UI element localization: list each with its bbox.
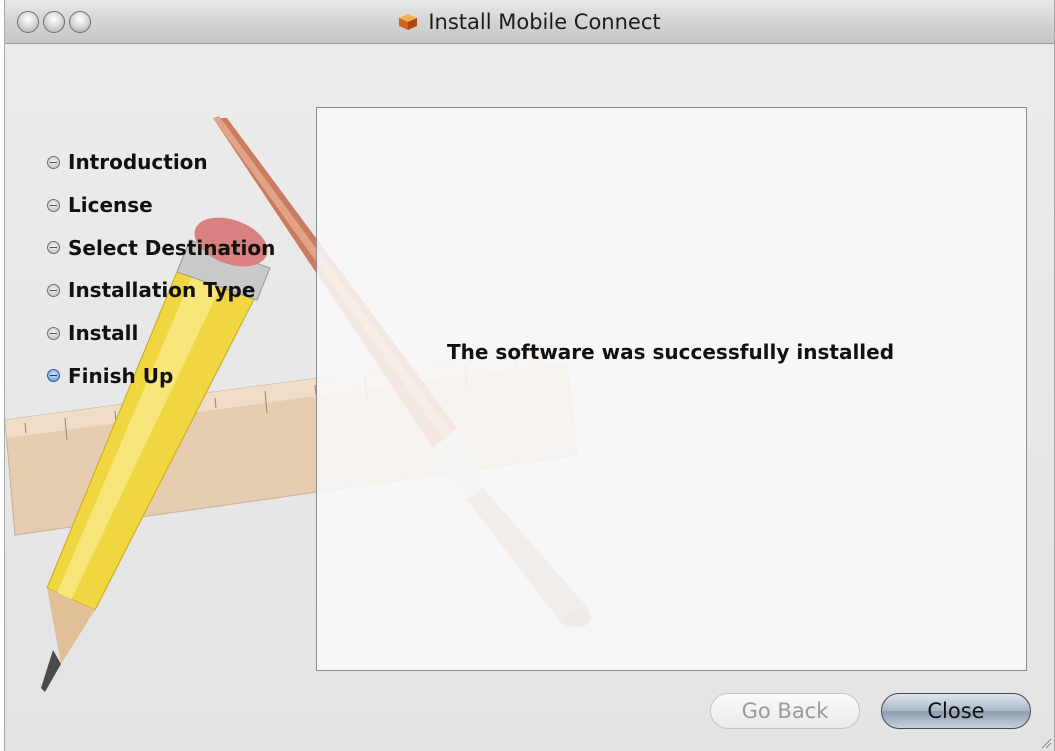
step-bullet-icon [47, 198, 60, 212]
step-label: Install [68, 321, 139, 346]
window-title: Install Mobile Connect [428, 10, 661, 34]
step-label: Installation Type [68, 278, 256, 303]
active-step-bullet-icon [47, 369, 60, 383]
installer-steps: Introduction License Select Destination … [47, 141, 275, 397]
resize-grip-icon[interactable] [1040, 737, 1052, 749]
title-bar[interactable]: Install Mobile Connect [5, 0, 1054, 44]
go-back-button[interactable]: Go Back [710, 693, 860, 729]
step-select-destination: Select Destination [47, 226, 275, 269]
step-bullet-icon [47, 241, 60, 255]
close-button[interactable]: Close [881, 693, 1031, 729]
installer-window: Install Mobile Connect Introduction Lice… [4, 0, 1055, 751]
step-install: Install [47, 312, 275, 355]
package-icon [399, 14, 418, 30]
step-license: License [47, 184, 275, 227]
step-installation-type: Installation Type [47, 269, 275, 312]
success-message: The software was successfully installed [447, 340, 895, 364]
step-label: Introduction [68, 150, 208, 175]
step-label: Finish Up [68, 363, 174, 388]
step-label: License [68, 193, 153, 218]
step-bullet-icon [47, 283, 60, 297]
step-finish-up: Finish Up [47, 354, 275, 397]
content-panel: The software was successfully installed [316, 107, 1027, 671]
step-bullet-icon [47, 326, 60, 340]
step-label: Select Destination [68, 235, 276, 260]
step-bullet-icon [47, 155, 60, 169]
step-introduction: Introduction [47, 141, 275, 184]
